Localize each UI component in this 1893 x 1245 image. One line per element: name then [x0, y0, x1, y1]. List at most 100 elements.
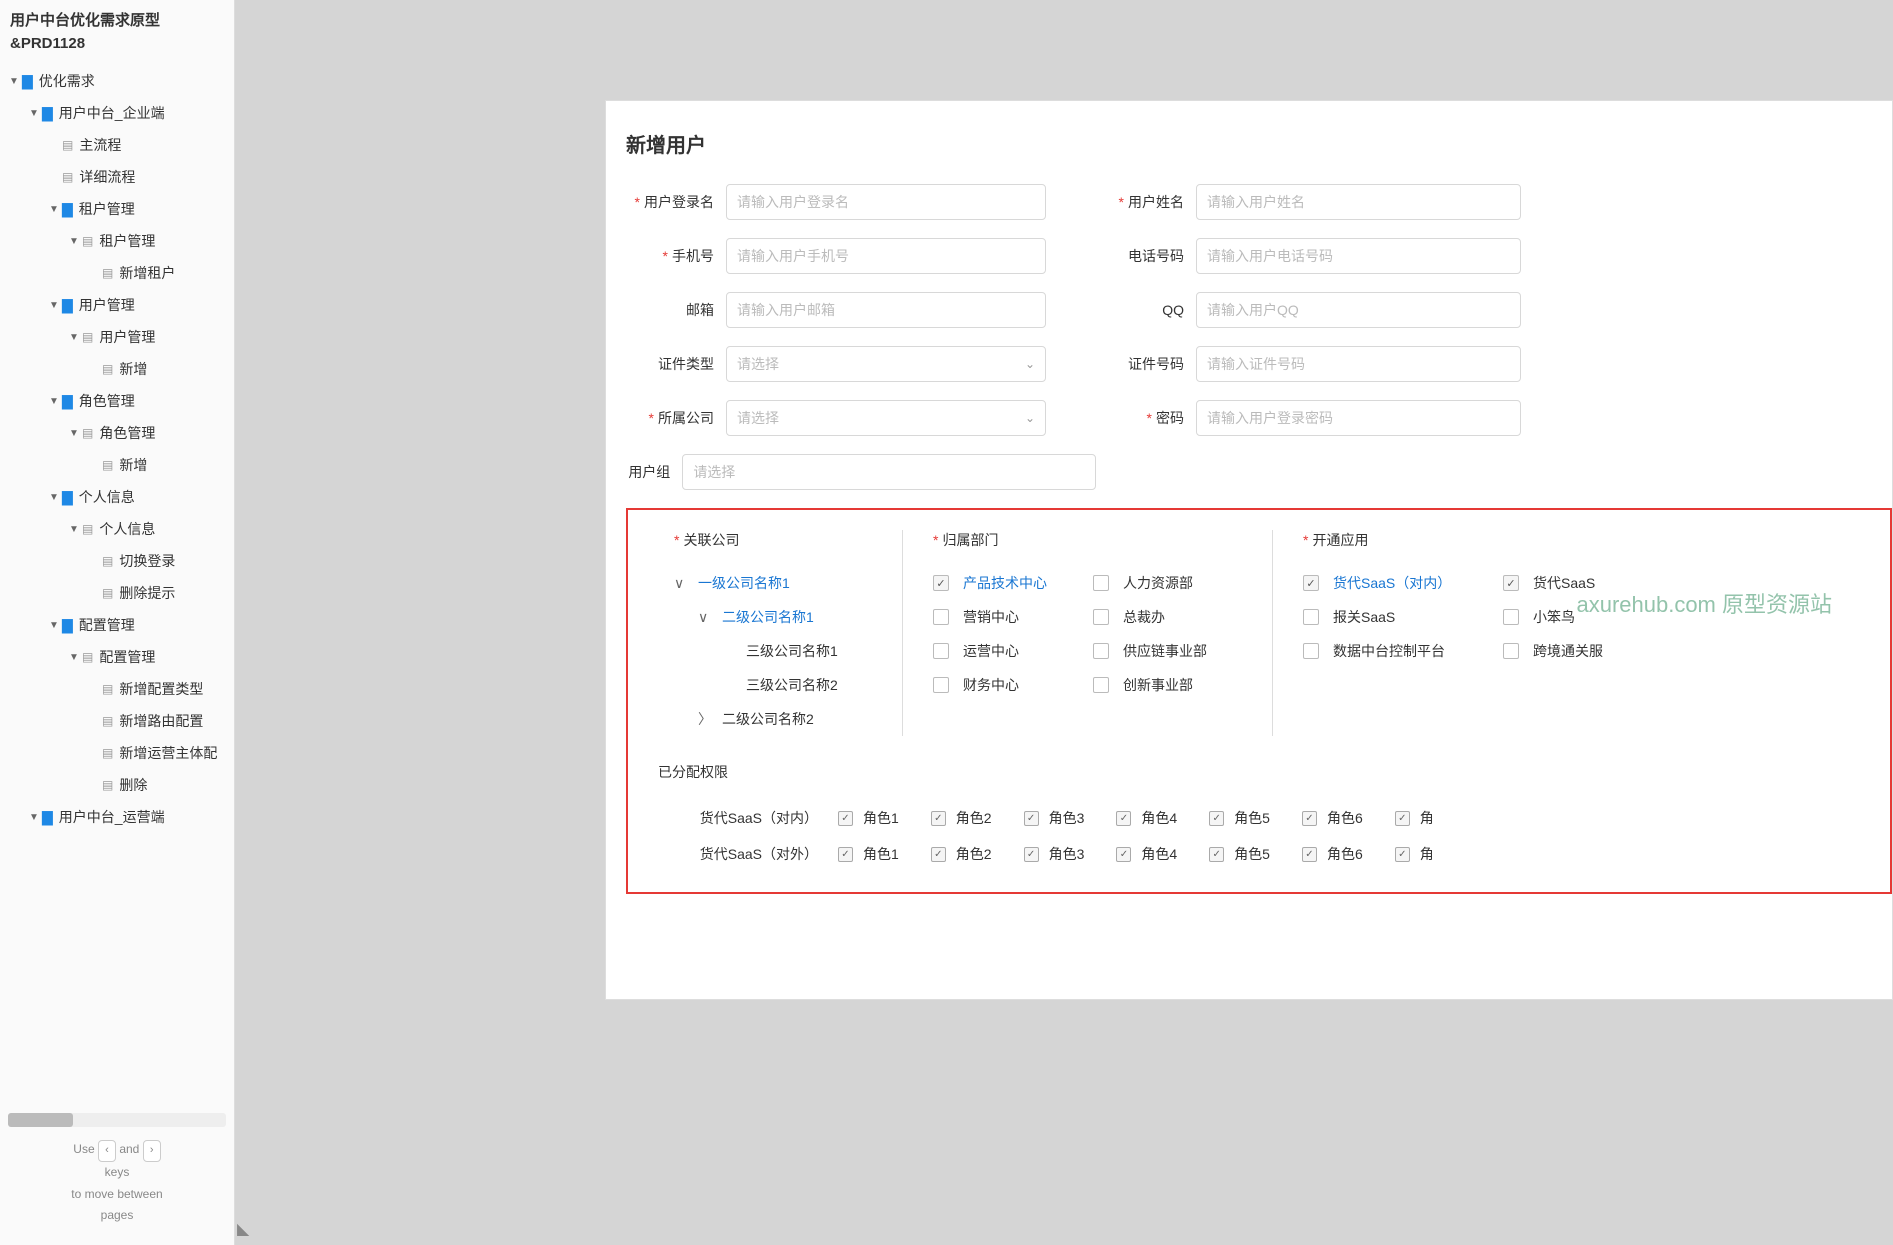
login-input[interactable] [726, 184, 1046, 220]
horizontal-scrollbar[interactable] [8, 1113, 226, 1127]
company-tree-node[interactable]: 三级公司名称1 [674, 634, 886, 668]
app-checkbox-item[interactable]: 货代SaaS（对内） [1303, 566, 1503, 600]
company-tree-node[interactable]: ∨一级公司名称1 [674, 566, 886, 600]
name-input[interactable] [1196, 184, 1521, 220]
role-checkbox-item[interactable]: 角色6 [1302, 808, 1363, 828]
role-label: 角色3 [1049, 808, 1085, 828]
dept-checkbox-item[interactable]: 营销中心 [933, 600, 1093, 634]
page-tree[interactable]: ▼▇优化需求▼▇用户中台_企业端▤主流程▤详细流程▼▇租户管理▼▤租户管理▤新增… [0, 65, 234, 1109]
page-icon: ▤ [102, 682, 113, 696]
dept-checkbox-item[interactable]: 创新事业部 [1093, 668, 1253, 702]
caret-icon: ∨ [698, 609, 714, 626]
tree-label: 租户管理 [99, 231, 155, 251]
role-checkbox-item[interactable]: 角色1 [838, 808, 899, 828]
company-label: 二级公司名称1 [722, 607, 814, 627]
tree-label: 用户管理 [79, 295, 135, 315]
phone-input[interactable] [1196, 238, 1521, 274]
role-checkbox-item[interactable]: 角色4 [1116, 808, 1177, 828]
assigned-row: 货代SaaS（对内）角色1角色2角色3角色4角色5角色6角 [658, 800, 1880, 836]
tree-node[interactable]: ▤删除提示 [0, 577, 234, 609]
login-label: 用户登录名 [644, 194, 714, 210]
dept-checkbox-item[interactable]: 产品技术中心 [933, 566, 1093, 600]
app-label: 货代SaaS（对内） [1333, 573, 1451, 593]
dept-checkbox-item[interactable]: 供应链事业部 [1093, 634, 1253, 668]
tree-node[interactable]: ▤新增 [0, 353, 234, 385]
tree-node[interactable]: ▼▇用户管理 [0, 289, 234, 321]
qq-input[interactable] [1196, 292, 1521, 328]
main-canvas: ◣ 新增用户 *用户登录名 *用户姓名 *手机号 电话号码 邮箱 QQ 证件类型… [235, 0, 1893, 1245]
resize-handle-icon[interactable]: ◣ [235, 1217, 251, 1241]
tree-node[interactable]: ▤切换登录 [0, 545, 234, 577]
company-label: 二级公司名称2 [722, 709, 814, 729]
tree-node[interactable]: ▼▤租户管理 [0, 225, 234, 257]
role-checkbox-item[interactable]: 角色6 [1302, 844, 1363, 864]
role-checkbox-item[interactable]: 角色4 [1116, 844, 1177, 864]
tree-node[interactable]: ▤新增配置类型 [0, 673, 234, 705]
tree-node[interactable]: ▤详细流程 [0, 161, 234, 193]
mobile-input[interactable] [726, 238, 1046, 274]
tree-label: 新增运营主体配 [119, 743, 217, 763]
dept-checkbox-item[interactable]: 运营中心 [933, 634, 1093, 668]
tree-node[interactable]: ▤主流程 [0, 129, 234, 161]
tree-node[interactable]: ▤新增租户 [0, 257, 234, 289]
dept-checkbox-item[interactable]: 人力资源部 [1093, 566, 1253, 600]
tree-node[interactable]: ▼▇用户中台_企业端 [0, 97, 234, 129]
group-select[interactable]: 请选择 [682, 454, 1096, 490]
tree-node[interactable]: ▤新增运营主体配 [0, 737, 234, 769]
tree-node[interactable]: ▼▇角色管理 [0, 385, 234, 417]
dept-checkbox-item[interactable]: 财务中心 [933, 668, 1093, 702]
idno-input[interactable] [1196, 346, 1521, 382]
tree-node[interactable]: ▼▤用户管理 [0, 321, 234, 353]
tree-node[interactable]: ▤新增 [0, 449, 234, 481]
tree-label: 个人信息 [79, 487, 135, 507]
page-icon: ▤ [82, 522, 93, 536]
page-icon: ▤ [82, 650, 93, 664]
tree-node[interactable]: ▼▤角色管理 [0, 417, 234, 449]
tree-node[interactable]: ▼▇租户管理 [0, 193, 234, 225]
tree-node[interactable]: ▼▤配置管理 [0, 641, 234, 673]
tree-node[interactable]: ▼▇个人信息 [0, 481, 234, 513]
role-checkbox-item[interactable]: 角色2 [931, 844, 992, 864]
company-tree-node[interactable]: 〉二级公司名称2 [674, 702, 886, 736]
checkbox-icon [1024, 847, 1039, 862]
dept-label: 创新事业部 [1123, 675, 1193, 695]
role-checkbox-item[interactable]: 角色1 [838, 844, 899, 864]
page-icon: ▤ [62, 170, 73, 184]
company-select[interactable]: 请选择⌄ [726, 400, 1046, 436]
company-tree-node[interactable]: ∨ 二级公司名称1 [674, 600, 886, 634]
assigned-row: 货代SaaS（对外）角色1角色2角色3角色4角色5角色6角 [658, 836, 1880, 872]
tree-node[interactable]: ▼▇优化需求 [0, 65, 234, 97]
page-icon: ▤ [62, 138, 73, 152]
tree-node[interactable]: ▼▇配置管理 [0, 609, 234, 641]
role-checkbox-item[interactable]: 角色3 [1024, 808, 1085, 828]
role-checkbox-item[interactable]: 角色5 [1209, 808, 1270, 828]
checkbox-icon [838, 847, 853, 862]
caret-icon: ▼ [48, 492, 60, 503]
dept-checkbox-item[interactable]: 总裁办 [1093, 600, 1253, 634]
role-checkbox-item[interactable]: 角 [1395, 844, 1434, 864]
app-checkbox-item[interactable]: 跨境通关服 [1503, 634, 1703, 668]
role-checkbox-item[interactable]: 角色5 [1209, 844, 1270, 864]
role-label: 角色1 [863, 808, 899, 828]
password-input[interactable] [1196, 400, 1521, 436]
tree-node[interactable]: ▤删除 [0, 769, 234, 801]
checkbox-icon [1209, 847, 1224, 862]
tree-node[interactable]: ▼▇用户中台_运营端 [0, 801, 234, 833]
tree-label: 配置管理 [99, 647, 155, 667]
tree-label: 角色管理 [99, 423, 155, 443]
role-label: 角色2 [956, 808, 992, 828]
role-checkbox-item[interactable]: 角色2 [931, 808, 992, 828]
app-checkbox-item[interactable]: 报关SaaS [1303, 600, 1503, 634]
app-checkbox-item[interactable]: 数据中台控制平台 [1303, 634, 1503, 668]
page-icon: ▤ [102, 266, 113, 280]
tree-node[interactable]: ▼▤个人信息 [0, 513, 234, 545]
folder-icon: ▇ [42, 809, 53, 826]
idtype-select[interactable]: 请选择⌄ [726, 346, 1046, 382]
role-checkbox-item[interactable]: 角色3 [1024, 844, 1085, 864]
tree-node[interactable]: ▤新增路由配置 [0, 705, 234, 737]
company-tree-node[interactable]: 三级公司名称2 [674, 668, 886, 702]
sidebar: 用户中台优化需求原型&PRD1128 ▼▇优化需求▼▇用户中台_企业端▤主流程▤… [0, 0, 235, 1245]
email-input[interactable] [726, 292, 1046, 328]
scrollbar-thumb[interactable] [8, 1113, 73, 1127]
role-checkbox-item[interactable]: 角 [1395, 808, 1434, 828]
